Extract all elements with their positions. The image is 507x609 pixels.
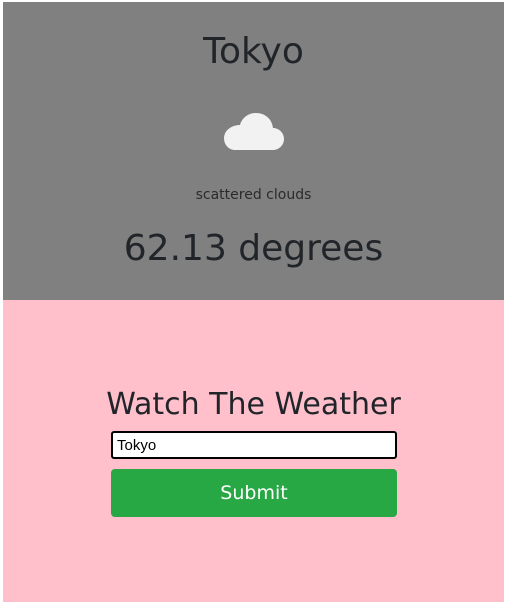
- city-name: Tokyo: [203, 31, 304, 72]
- weather-description: scattered clouds: [195, 187, 312, 203]
- weather-form-panel: Watch The Weather Submit: [3, 300, 504, 602]
- cloud-icon-wrap: [3, 112, 504, 152]
- temperature-value: 62.13 degrees: [123, 228, 384, 269]
- submit-button[interactable]: Submit: [111, 469, 397, 517]
- cloud-icon: [223, 113, 284, 150]
- form-title: Watch The Weather: [106, 387, 401, 422]
- weather-display: Tokyo scattered clouds 62.13 degrees: [3, 2, 504, 300]
- app: Tokyo scattered clouds 62.13 degrees Wat…: [0, 0, 507, 609]
- city-input[interactable]: [111, 431, 397, 459]
